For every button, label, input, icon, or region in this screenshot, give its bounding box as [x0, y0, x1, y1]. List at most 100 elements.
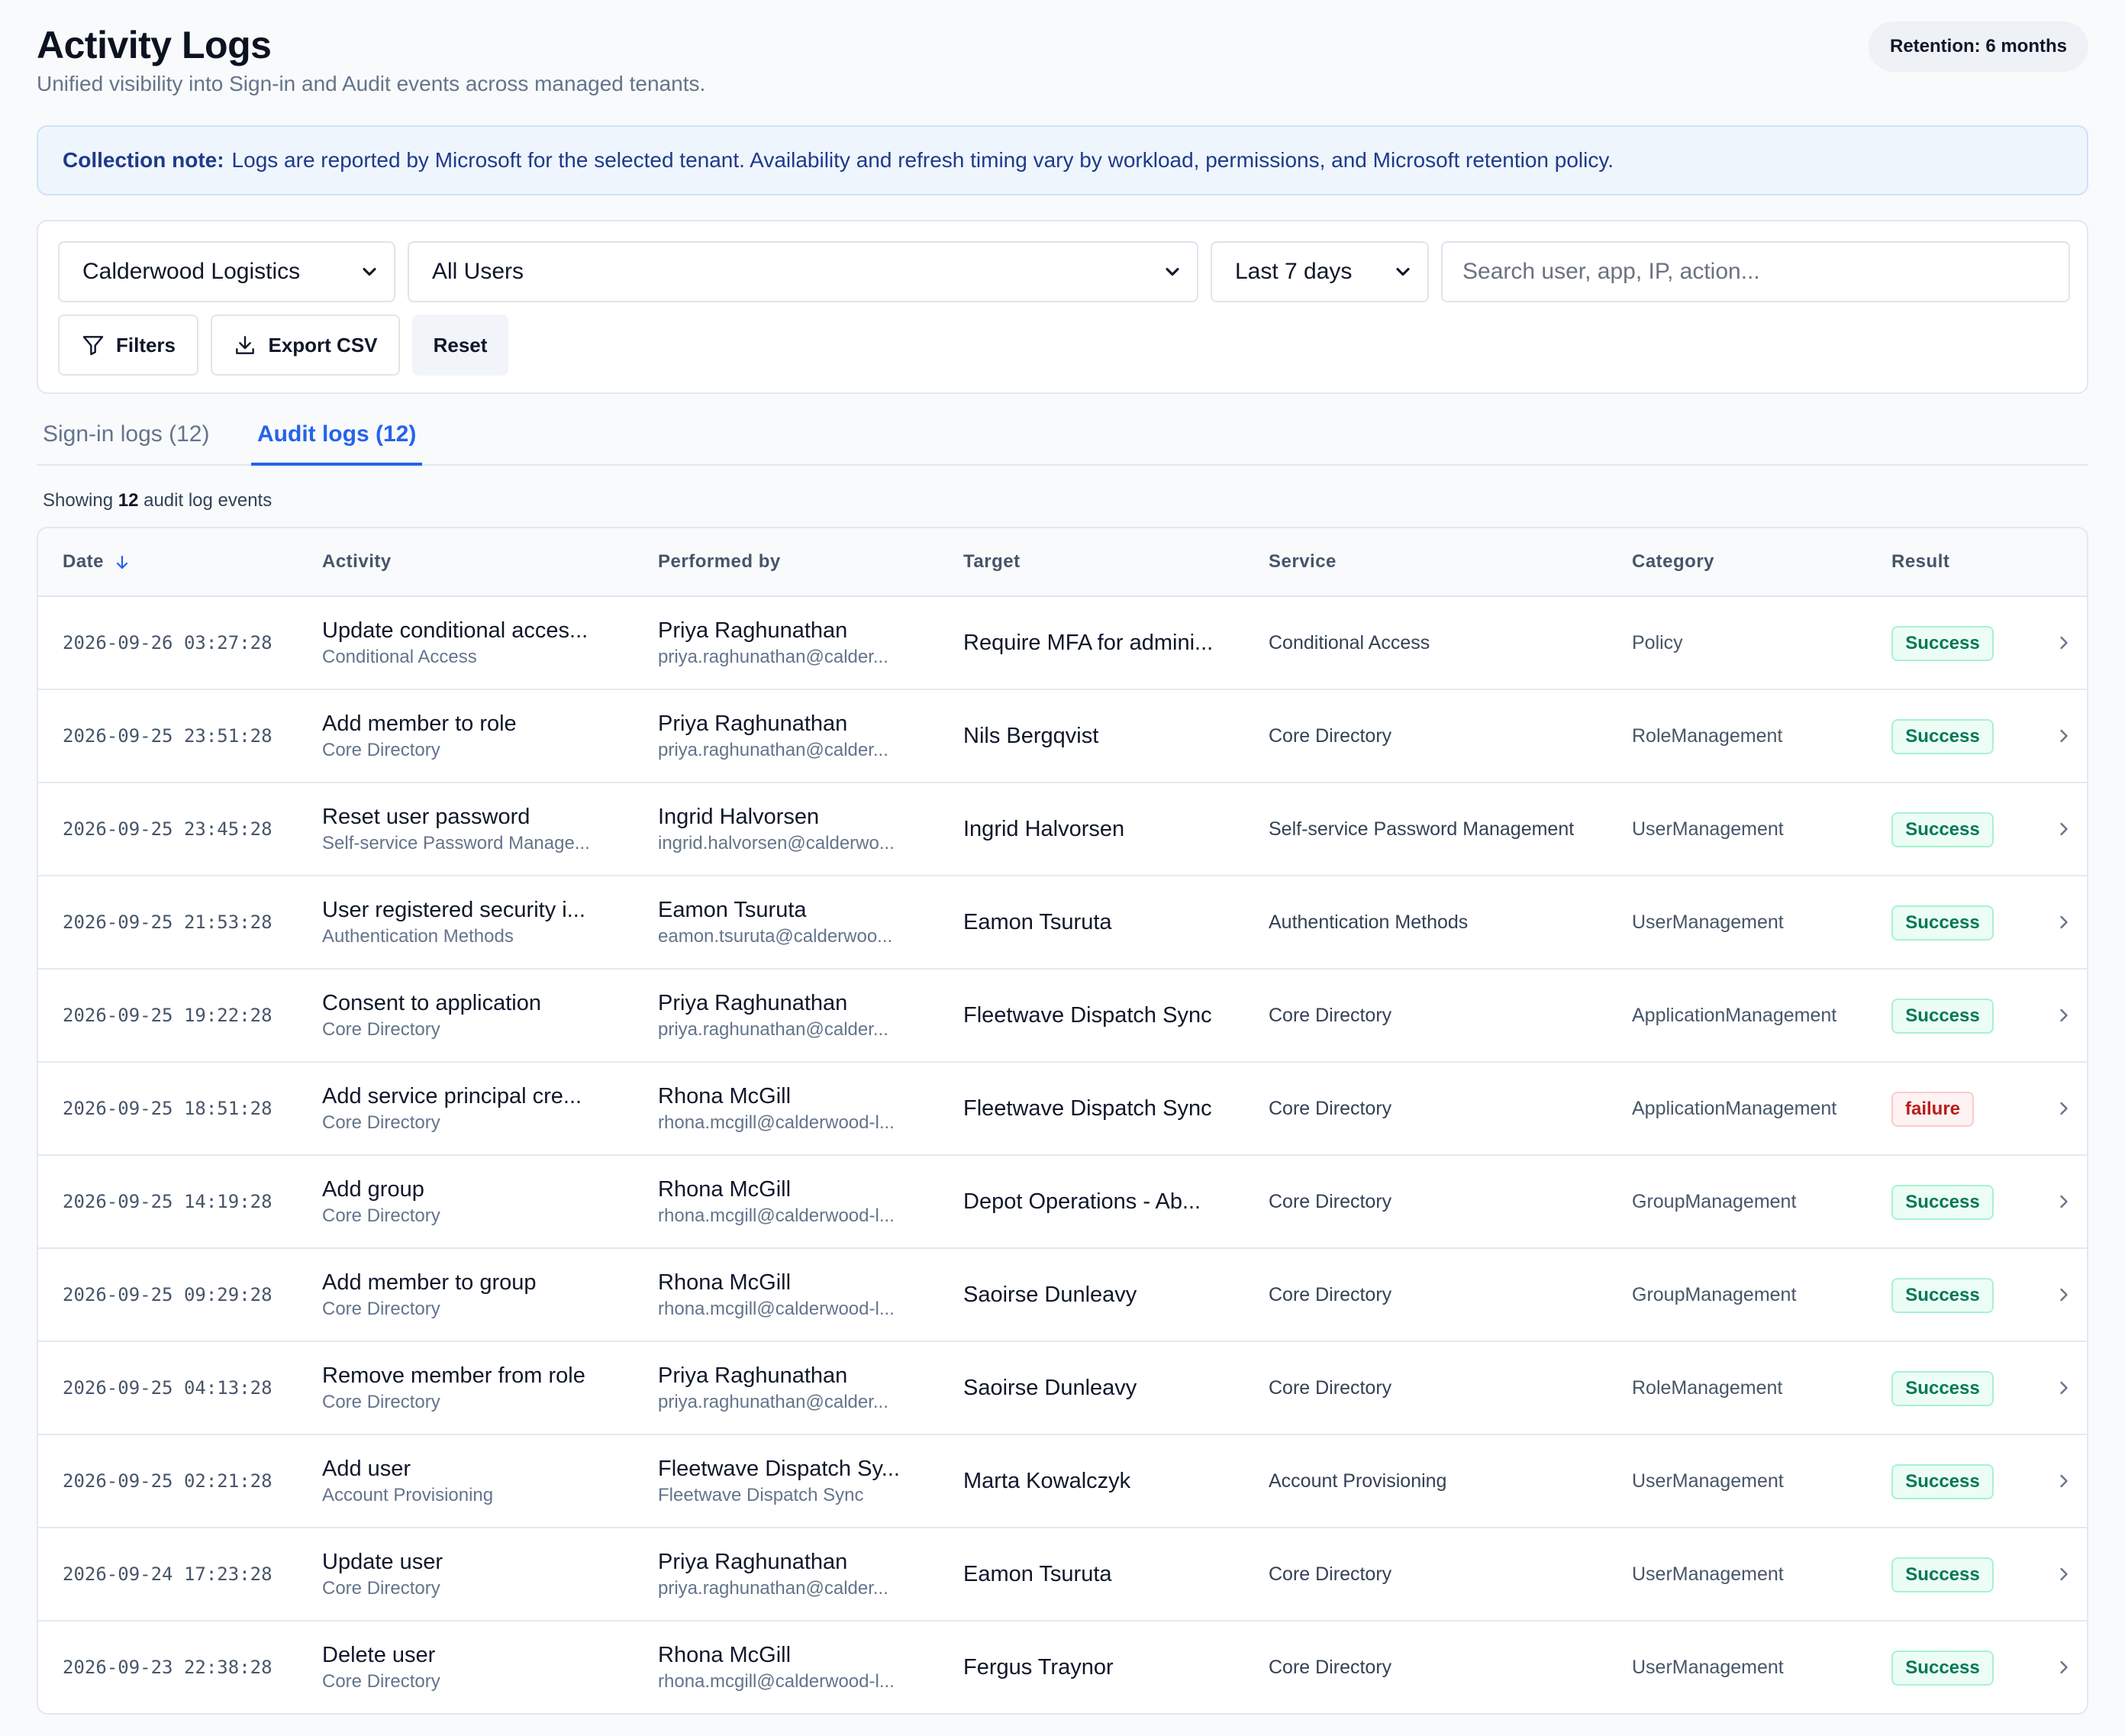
table-row[interactable]: 2026-09-23 22:38:28 Delete user Core Direc…	[38, 1621, 2087, 1713]
activity-name: Consent to application	[322, 991, 541, 1015]
target: Eamon Tsuruta	[963, 910, 1112, 934]
event-date: 2026-09-25 04:13:28	[63, 1377, 272, 1399]
service: Core Directory	[1269, 1191, 1392, 1212]
event-date: 2026-09-25 09:29:28	[63, 1284, 272, 1305]
event-date: 2026-09-25 02:21:28	[63, 1470, 272, 1492]
performed-by-cell: Fleetwave Dispatch Sy... Fleetwave Dispat…	[658, 1457, 948, 1506]
performed-by-upn: rhona.mcgill@calderwood-l...	[658, 1299, 895, 1319]
activity-cell: Update user Core Directory	[322, 1550, 612, 1599]
performed-by-name: Rhona McGill	[658, 1177, 792, 1202]
users-select-value: All Users	[432, 259, 524, 284]
table-row[interactable]: 2026-09-25 21:53:28 User registered secur…	[38, 876, 2087, 970]
event-date: 2026-09-25 23:45:28	[63, 818, 272, 840]
category: ApplicationManagement	[1632, 1098, 1837, 1119]
event-date: 2026-09-25 21:53:28	[63, 912, 272, 933]
table-row[interactable]: 2026-09-25 19:22:28 Consent to applicatio…	[38, 970, 2087, 1063]
filters-button-label: Filters	[115, 333, 176, 357]
column-header-date[interactable]: Date	[63, 551, 131, 573]
chevron-right-icon	[2060, 1567, 2068, 1581]
service: Authentication Methods	[1269, 912, 1469, 933]
audit-log-table: Date Activity Performed by Target Servic…	[37, 527, 2088, 1715]
tab-sign-in-logs[interactable]: Sign-in logs (12)	[43, 421, 209, 464]
performed-by-cell: Priya Raghunathan priya.raghunathan@calde…	[658, 618, 948, 668]
chevron-down-icon	[1166, 267, 1179, 276]
performed-by-cell: Priya Raghunathan priya.raghunathan@calde…	[658, 1363, 948, 1413]
category: UserManagement	[1632, 1470, 1784, 1492]
activity-service: Core Directory	[322, 1671, 440, 1692]
table-row[interactable]: 2026-09-25 09:29:28 Add member to group Co…	[38, 1249, 2087, 1342]
activity-cell: Consent to application Core Directory	[322, 991, 612, 1041]
table-row[interactable]: 2026-09-24 17:23:28 Update user Core Direc…	[38, 1528, 2087, 1621]
column-header-service: Service	[1269, 551, 1337, 572]
performed-by-cell: Rhona McGill rhona.mcgill@calderwood-l...	[658, 1177, 948, 1227]
category: RoleManagement	[1632, 725, 1783, 747]
category: GroupManagement	[1632, 1191, 1797, 1212]
performed-by-name: Fleetwave Dispatch Sy...	[658, 1457, 900, 1481]
date-range-select[interactable]: Last 7 days	[1211, 241, 1429, 302]
column-header-category: Category	[1632, 551, 1715, 572]
filter-panel: Calderwood Logistics All Users Last 7 da…	[37, 220, 2088, 394]
service: Conditional Access	[1269, 632, 1430, 653]
activity-cell: User registered security i... Authenticat…	[322, 898, 612, 947]
table-row[interactable]: 2026-09-25 23:45:28 Reset user password Se…	[38, 783, 2087, 876]
table-row[interactable]: 2026-09-25 23:51:28 Add member to role Cor…	[38, 690, 2087, 783]
table-row[interactable]: 2026-09-25 14:19:28 Add group Core Directo…	[38, 1156, 2087, 1249]
event-date: 2026-09-24 17:23:28	[63, 1563, 272, 1585]
filters-button[interactable]: Filters	[58, 315, 198, 376]
column-header-date-label: Date	[63, 551, 105, 572]
event-date: 2026-09-25 18:51:28	[63, 1098, 272, 1119]
activity-service: Conditional Access	[322, 647, 477, 667]
table-row[interactable]: 2026-09-25 02:21:28 Add user Account Provi…	[38, 1435, 2087, 1528]
performed-by-upn: priya.raghunathan@calder...	[658, 1578, 888, 1599]
service: Self-service Password Management	[1269, 818, 1575, 840]
search-input[interactable]	[1441, 241, 2070, 302]
page-header: Activity Logs Unified visibility into Si…	[37, 0, 2088, 107]
table-row[interactable]: 2026-09-25 04:13:28 Remove member from ro…	[38, 1342, 2087, 1435]
target: Fleetwave Dispatch Sync	[963, 1096, 1212, 1121]
service: Account Provisioning	[1269, 1470, 1447, 1492]
activity-cell: Add member to role Core Directory	[322, 712, 612, 761]
event-date: 2026-09-26 03:27:28	[63, 632, 272, 653]
result-badge: Success	[1891, 999, 1994, 1034]
performed-by-upn: priya.raghunathan@calder...	[658, 1392, 888, 1412]
performed-by-name: Ingrid Halvorsen	[658, 805, 820, 829]
tenant-select[interactable]: Calderwood Logistics	[58, 241, 395, 302]
performed-by-name: Rhona McGill	[658, 1084, 792, 1108]
activity-cell: Delete user Core Directory	[322, 1643, 612, 1692]
performed-by-name: Priya Raghunathan	[658, 1550, 848, 1574]
export-csv-button[interactable]: Export CSV	[211, 315, 400, 376]
service: Core Directory	[1269, 1005, 1392, 1026]
target: Saoirse Dunleavy	[963, 1376, 1137, 1400]
result-badge: Success	[1891, 1464, 1994, 1499]
reset-button[interactable]: Reset	[412, 315, 508, 376]
reset-button-label: Reset	[433, 333, 488, 357]
chevron-right-icon	[2060, 636, 2068, 650]
result-badge: Success	[1891, 1650, 1994, 1686]
table-row[interactable]: 2026-09-25 18:51:28 Add service principal…	[38, 1063, 2087, 1156]
result-count-suffix: audit log events	[143, 490, 272, 511]
performed-by-cell: Priya Raghunathan priya.raghunathan@calde…	[658, 991, 948, 1041]
result-count-number: 12	[118, 490, 139, 511]
arrow-down-icon	[116, 555, 128, 569]
chevron-right-icon	[2060, 729, 2068, 743]
target: Nils Bergqvist	[963, 724, 1099, 748]
download-icon	[236, 336, 255, 354]
category: UserManagement	[1632, 1563, 1784, 1585]
activity-service: Core Directory	[322, 1299, 440, 1319]
performed-by-cell: Rhona McGill rhona.mcgill@calderwood-l...	[658, 1084, 948, 1134]
tab-audit-logs[interactable]: Audit logs (12)	[250, 421, 423, 466]
activity-service: Core Directory	[322, 1112, 440, 1133]
performed-by-upn: rhona.mcgill@calderwood-l...	[658, 1112, 895, 1133]
target: Depot Operations - Ab...	[963, 1189, 1201, 1214]
activity-cell: Update conditional acces... Conditional A…	[322, 618, 612, 668]
log-tabs: Sign-in logs (12) Audit logs (12)	[37, 409, 2088, 466]
performed-by-cell: Rhona McGill rhona.mcgill@calderwood-l...	[658, 1643, 948, 1692]
users-select[interactable]: All Users	[408, 241, 1198, 302]
service: Core Directory	[1269, 1098, 1392, 1119]
target: Fleetwave Dispatch Sync	[963, 1003, 1212, 1028]
result-count: Showing 12 audit log events	[43, 490, 272, 511]
target: Saoirse Dunleavy	[963, 1283, 1137, 1307]
event-date: 2026-09-23 22:38:28	[63, 1657, 272, 1678]
table-row[interactable]: 2026-09-26 03:27:28 Update conditional ac…	[38, 597, 2087, 690]
activity-name: Add member to group	[322, 1270, 537, 1295]
